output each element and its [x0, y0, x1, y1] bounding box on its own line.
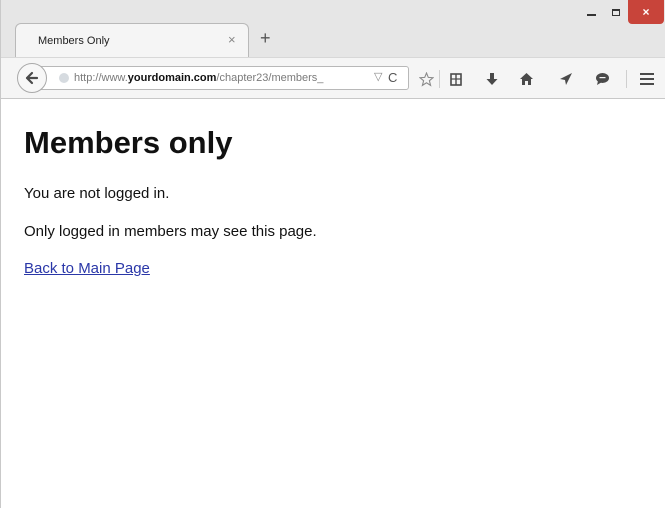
navigation-bar: http://www.yourdomain.com/chapter23/memb…	[1, 57, 665, 99]
address-bar[interactable]: http://www.yourdomain.com/chapter23/memb…	[25, 66, 409, 90]
not-logged-in-message: You are not logged in.	[24, 185, 170, 202]
minimize-icon	[586, 14, 596, 16]
title-bar: Members Only × + ×	[1, 0, 665, 57]
star-icon[interactable]	[415, 68, 437, 90]
home-icon[interactable]	[515, 68, 537, 90]
url-domain: yourdomain.com	[127, 72, 217, 84]
reading-list-icon[interactable]	[445, 68, 467, 90]
maximize-button[interactable]	[604, 0, 628, 24]
toolbar-separator	[626, 70, 627, 88]
url-prefix: http://www.	[74, 72, 128, 84]
tab-close-icon[interactable]: ×	[228, 33, 236, 47]
tab-members-only[interactable]: Members Only ×	[15, 23, 249, 57]
reload-icon[interactable]: C	[388, 70, 397, 85]
page-heading: Members only	[24, 125, 233, 160]
back-button[interactable]	[17, 63, 47, 93]
url-path: /chapter23/members_	[216, 72, 324, 84]
page-content: Members only You are not logged in. Only…	[1, 99, 665, 508]
new-tab-button[interactable]: +	[260, 29, 271, 47]
chat-icon[interactable]	[591, 68, 613, 90]
back-icon	[25, 71, 39, 85]
download-icon[interactable]	[481, 68, 503, 90]
browser-window: Members Only × + × http://www.yourdomain…	[0, 0, 665, 508]
maximize-icon	[612, 8, 620, 16]
close-window-button[interactable]: ×	[628, 0, 664, 24]
site-identity-icon[interactable]	[59, 73, 69, 83]
history-dropdown-icon[interactable]: ▽	[374, 70, 382, 83]
tab-title: Members Only	[38, 35, 110, 47]
url-text[interactable]: http://www.yourdomain.com/chapter23/memb…	[74, 72, 364, 84]
members-only-message: Only logged in members may see this page…	[24, 223, 317, 240]
send-icon[interactable]	[555, 68, 577, 90]
minimize-button[interactable]	[578, 0, 604, 24]
menu-icon[interactable]	[636, 68, 658, 90]
back-to-main-page-link[interactable]: Back to Main Page	[24, 260, 150, 277]
toolbar-separator	[439, 70, 440, 88]
close-icon: ×	[642, 5, 650, 19]
